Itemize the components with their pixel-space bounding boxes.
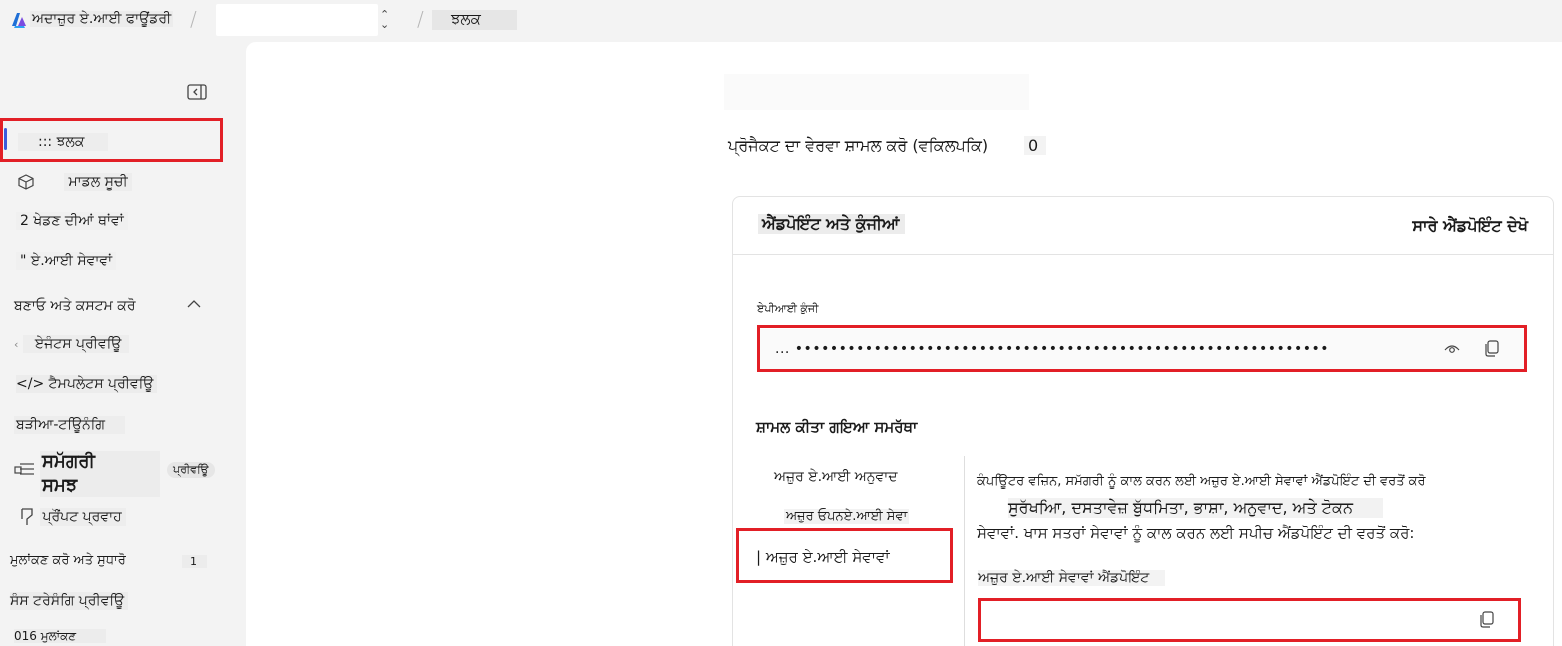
sidebar-item-label: ::: ਝਲਕ [18,133,109,151]
card-divider [732,254,1554,255]
sidebar-item-label: ਬੜੀਆ-ਟਊਿਨੰਗਿ [14,416,125,434]
breadcrumb-current[interactable]: ਝਲਕ [432,10,517,30]
api-key-label: ਏਪੀਆਈ ਕੁੰਜੀ [757,302,819,315]
cube-icon [18,174,34,190]
active-indicator [4,128,7,150]
capability-description-line2: ਸੁਰੱਖਆਿ, ਦਸਤਾਵੇਜ਼ ਬੁੱਧਮਿਤਾ, ਭਾਸ਼ਾ, ਅਨੁਵਾ… [1008,498,1383,518]
agents-icon: ‹ [14,338,19,351]
breadcrumb-separator: / [190,7,197,31]
capabilities-divider [964,456,965,646]
view-all-endpoints-link[interactable]: ਸਾਰੇ ਐਂਡਪੋਇੰਟ ਦੇਖੋ [1412,216,1528,236]
breadcrumb-separator: / [417,7,424,31]
capability-description-line1: ਕੰਪਊਿਟਰ ਵਜ਼ਿਨ, ਸਮੱਗਰੀ ਨੂੰ ਕਾਲ ਕਰਨ ਲਈ ਅਜ਼… [977,474,1426,489]
sidebar-item-label: 016 ਮੁਲਾਂਕਣ [14,629,107,643]
sidebar-item-label: ਸੰਸ ਟਰੇਸੰਗਿ ਪ੍ਰੀਵਊਿ [10,592,129,610]
azure-logo-icon[interactable] [10,11,28,29]
highlight-box-api-key [757,325,1527,372]
evaluate-count-badge: 1 [182,555,207,568]
chevron-up-icon[interactable] [186,297,202,311]
sidebar-item-label: " ਏ.ਆਈ ਸੇਵਾਵਾਂ [16,252,117,270]
capability-azure-openai[interactable]: ਅਜ਼ੁਰ ਓਪਨਏ.ਆਈ ਸੇਵਾ [784,509,910,524]
sidebar-item-fine-tuning[interactable]: ਬੜੀਆ-ਟਊਿਨੰਗਿ [14,416,125,434]
chevron-updown-icon[interactable]: ⌃ ⌄ [380,9,389,30]
sidebar-item-tracing[interactable]: ਸੰਸ ਟਰੇਸੰਗਿ ਪ੍ਰੀਵਊਿ [10,592,129,610]
sidebar-item-prompt-flow[interactable]: ਪ੍ਰੌਂਪਟ ਪ੍ਰਵਾਹ [18,507,126,527]
included-capabilities-title: ਸ਼ਾਮਲ ਕੀਤਾ ਗਇਆ ਸਮਰੱਥਾ [756,418,918,436]
sidebar-item-ai-services[interactable]: " ਏ.ਆਈ ਸੇਵਾਵਾਂ [16,252,117,270]
sidebar-item-label: ਸਮੱਗਰੀ [42,451,95,472]
section-build-customize[interactable]: ਬਣਾਓ ਅਤੇ ਕਸਟਮ ਕਰੋ [14,298,136,314]
ai-services-endpoint-label: ਅਜ਼ੁਰ ਏ.ਆਈ ਸੇਵਾਵਾਂ ਐਂਡਪੋਇੰਟ [978,570,1166,586]
sidebar-item-label: ਪ੍ਰੌਂਪਟ ਪ੍ਰਵਾਹ [40,508,126,526]
sidebar-item-model-catalog[interactable]: ਮਾਡਲ ਸੂਚੀ [16,173,132,191]
sidebar-item-label: ਮਾਡਲ ਸੂਚੀ [64,173,132,191]
content-understanding-icon [14,463,34,475]
sidebar-item-overview[interactable]: ::: ਝਲਕ [18,133,109,151]
sidebar-item-playgrounds[interactable]: 2 ਖੇਡਣ ਦੀਆਂ ਥਾਂਵਾਂ [16,212,128,230]
add-description-link[interactable]: ਪ੍ਰੋਜੈਕਟ ਦਾ ਵੇਰਵਾ ਸ਼ਾਮਲ ਕਰੋ (ਵਕਿਲਪਕਿ) [728,136,988,156]
brand-name[interactable]: ਅਦਾਜ਼ੁਰ ਏ.ਆਈ ਫਾਊਂਡਰੀ [30,11,174,27]
highlight-box-ai-services [736,528,953,583]
sidebar-item-agents[interactable]: ‹ ਏਜੰਟਸ ਪ੍ਰੀਵਊਿ [14,335,130,353]
sidebar-item-evaluations[interactable]: 016 ਮੁਲਾਂਕਣ [14,628,107,644]
endpoints-keys-title: ਐਂਡਪੋਇੰਟ ਅਤੇ ਕੁੰਜੀਆਂ [758,214,906,234]
sidebar-item-label: 2 ਖੇਡਣ ਦੀਆਂ ਥਾਂਵਾਂ [16,212,128,230]
top-bar: ਅਦਾਜ਼ੁਰ ਏ.ਆਈ ਫਾਊਂਡਰੀ / ⌃ ⌄ / ਝਲਕ [0,0,1562,42]
preview-badge: ਪ੍ਰੀਵਊਿ [167,462,215,478]
capability-ai-translator[interactable]: ਅਜ਼ੁਰ ਏ.ਆਈ ਅਨੁਵਾਦ [774,469,898,485]
highlight-box-endpoint [978,598,1521,642]
sidebar-item-label: ਏਜੰਟਸ ਪ੍ਰੀਵਊਿ [22,335,130,353]
sidebar-item-evaluate[interactable]: ਮੁਲਾਂਕਣ ਕਰੋ ਅਤੇ ਸੁਧਾਰੋ [10,552,126,568]
project-name-field [724,74,1029,110]
collapse-sidebar-icon[interactable] [187,84,207,100]
sidebar-item-templates[interactable]: </> ਟੈਮਪਲੇਟਸ ਪ੍ਰੀਵਊਿ [16,375,158,393]
prompt-flow-icon [21,508,33,525]
capability-description-line3: ਸੇਵਾਵਾਂ. ਖਾਸ ਸਤਰਾਂ ਸੇਵਾਵਾਂ ਨੂੰ ਕਾਲ ਕਰਨ ਲ… [977,524,1415,542]
sidebar-item-label: ਸਮਝ [42,475,78,496]
description-count: 0 [1024,136,1047,155]
sidebar-item-label: </> ਟੈਮਪਲੇਟਸ ਪ੍ਰੀਵਊਿ [16,375,158,393]
sidebar-item-label: ਮੁਲਾਂਕਣ ਕਰੋ ਅਤੇ ਸੁਧਾਰੋ [10,553,126,568]
project-selector[interactable] [216,4,378,36]
